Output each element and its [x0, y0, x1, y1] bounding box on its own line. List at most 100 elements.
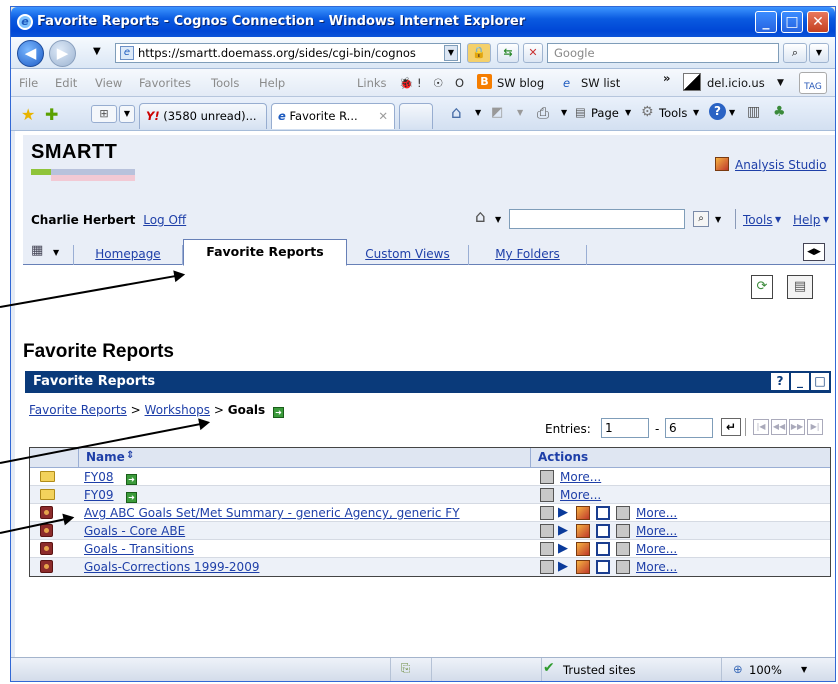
breadcrumb-workshops[interactable]: Workshops: [145, 403, 210, 417]
tab-menu-icon[interactable]: ▦: [31, 243, 43, 258]
add-portlet-icon[interactable]: ▤: [787, 275, 813, 299]
help-dropdown-icon[interactable]: ▼: [823, 215, 829, 224]
tools-dropdown-icon[interactable]: ▼: [693, 108, 699, 117]
cognos-search-input[interactable]: [509, 209, 685, 229]
search-input[interactable]: Google: [547, 43, 779, 63]
link-sw-list[interactable]: SW list: [581, 76, 620, 90]
log-off-link[interactable]: Log Off: [143, 213, 186, 227]
tools-dropdown-icon[interactable]: ▼: [775, 215, 781, 224]
analysis-studio-link[interactable]: Analysis Studio: [735, 158, 826, 172]
analysis-icon[interactable]: [576, 560, 590, 574]
back-button[interactable]: ◀: [17, 40, 44, 67]
tab-my-folders[interactable]: My Folders: [469, 245, 587, 265]
new-tab-button[interactable]: [399, 103, 433, 129]
row-name-link[interactable]: Goals-Corrections 1999-2009: [84, 560, 259, 574]
feeds-icon[interactable]: ◩: [491, 105, 503, 120]
enter-icon[interactable]: ↵: [721, 418, 741, 436]
zoom-dropdown-icon[interactable]: ▼: [801, 665, 807, 674]
go-arrow-icon[interactable]: ➜: [273, 407, 284, 418]
query-icon[interactable]: [596, 560, 610, 574]
go-arrow-icon[interactable]: ➜: [126, 474, 137, 485]
schedule-icon[interactable]: [616, 506, 630, 520]
menu-file[interactable]: File: [19, 76, 38, 90]
portlet-maximize-icon[interactable]: □: [811, 373, 829, 390]
tab-list-dropdown-icon[interactable]: ▼: [119, 105, 135, 123]
tools-menu[interactable]: Tools: [659, 106, 687, 120]
prev-page-icon[interactable]: ◀◀: [771, 419, 787, 435]
row-name-link[interactable]: Goals - Core ABE: [84, 524, 185, 538]
chevron-more-icon[interactable]: »: [663, 71, 670, 85]
row-name-link[interactable]: FY09: [84, 488, 114, 502]
next-page-icon[interactable]: ▶▶: [789, 419, 805, 435]
tab-homepage[interactable]: Homepage: [73, 245, 183, 265]
run-icon[interactable]: ▶: [558, 506, 572, 520]
links-label[interactable]: Links: [357, 76, 387, 90]
add-favorite-icon[interactable]: ✚: [45, 105, 58, 124]
more-link[interactable]: More...: [636, 524, 677, 538]
search-options-icon[interactable]: ▼: [809, 43, 829, 63]
help-dropdown-icon[interactable]: ▼: [729, 108, 735, 117]
run-icon[interactable]: ▶: [558, 542, 572, 556]
more-link[interactable]: More...: [560, 470, 601, 484]
sort-icon[interactable]: ⇕: [126, 450, 134, 461]
breadcrumb-root[interactable]: Favorite Reports: [29, 403, 127, 417]
last-page-icon[interactable]: ▶|: [807, 419, 823, 435]
security-zone[interactable]: Trusted sites: [563, 663, 636, 677]
query-icon[interactable]: [596, 506, 610, 520]
analysis-icon[interactable]: [576, 542, 590, 556]
more-link[interactable]: More...: [636, 542, 677, 556]
refresh-portlet-icon[interactable]: ⟳: [751, 275, 773, 299]
translate-icon[interactable]: ♣: [773, 104, 786, 120]
tools-link[interactable]: Tools: [743, 213, 773, 227]
tab-favorite-reports[interactable]: e Favorite R... ✕: [271, 103, 395, 129]
research-icon[interactable]: ▥: [747, 104, 760, 120]
lock-icon[interactable]: 🔒: [467, 43, 491, 63]
home-icon[interactable]: ⌂: [475, 207, 486, 227]
link-delicious[interactable]: del.icio.us: [707, 76, 765, 90]
print-icon[interactable]: ⎙: [537, 104, 549, 122]
query-icon[interactable]: [596, 542, 610, 556]
analysis-icon[interactable]: [576, 524, 590, 538]
link-o[interactable]: O: [455, 76, 464, 90]
tab-favorite-reports[interactable]: Favorite Reports: [183, 239, 347, 266]
properties-icon[interactable]: [540, 488, 554, 502]
page-dropdown-icon[interactable]: ▼: [625, 108, 631, 117]
name-header[interactable]: Name: [86, 450, 125, 464]
quick-tabs-button[interactable]: ⊞: [91, 105, 117, 123]
entries-from-input[interactable]: 1: [601, 418, 649, 438]
home-icon[interactable]: ⌂: [451, 103, 462, 123]
analysis-icon[interactable]: [576, 506, 590, 520]
delicious-dropdown-icon[interactable]: ▼: [777, 78, 784, 88]
tab-yahoo-mail[interactable]: Y! (3580 unread)...: [139, 103, 267, 129]
menu-view[interactable]: View: [95, 76, 122, 90]
maximize-button[interactable]: □: [781, 11, 803, 33]
menu-help[interactable]: Help: [259, 76, 285, 90]
more-link[interactable]: More...: [636, 506, 677, 520]
zoom-level[interactable]: 100%: [749, 663, 782, 677]
print-dropdown-icon[interactable]: ▼: [561, 108, 567, 117]
portlet-minimize-icon[interactable]: _: [791, 373, 809, 390]
link-bang[interactable]: !: [417, 76, 422, 90]
url-dropdown-icon[interactable]: ▼: [444, 45, 458, 61]
bug-icon[interactable]: 🐞: [399, 76, 413, 90]
search-options-dropdown-icon[interactable]: ▼: [715, 215, 721, 224]
minimize-button[interactable]: _: [755, 11, 777, 33]
portlet-help-icon[interactable]: ?: [771, 373, 789, 390]
refresh-icon[interactable]: ⇆: [497, 43, 519, 63]
tab-menu-dropdown-icon[interactable]: ▼: [53, 248, 59, 257]
properties-icon[interactable]: [540, 542, 554, 556]
url-field[interactable]: e https://smartt.doemass.org/sides/cgi-b…: [115, 43, 461, 63]
menu-tools[interactable]: Tools: [211, 76, 239, 90]
schedule-icon[interactable]: [616, 542, 630, 556]
home-dropdown-icon[interactable]: ▼: [495, 215, 501, 224]
row-name-link[interactable]: Avg ABC Goals Set/Met Summary - generic …: [84, 506, 460, 520]
tab-scroll-icon[interactable]: ◀▶: [803, 243, 825, 261]
properties-icon[interactable]: [540, 506, 554, 520]
page-menu[interactable]: Page: [591, 106, 619, 120]
first-page-icon[interactable]: |◀: [753, 419, 769, 435]
stop-icon[interactable]: ✕: [523, 43, 543, 63]
more-link[interactable]: More...: [560, 488, 601, 502]
home-dropdown-icon[interactable]: ▼: [475, 108, 481, 117]
go-arrow-icon[interactable]: ➜: [126, 492, 137, 503]
properties-icon[interactable]: [540, 524, 554, 538]
